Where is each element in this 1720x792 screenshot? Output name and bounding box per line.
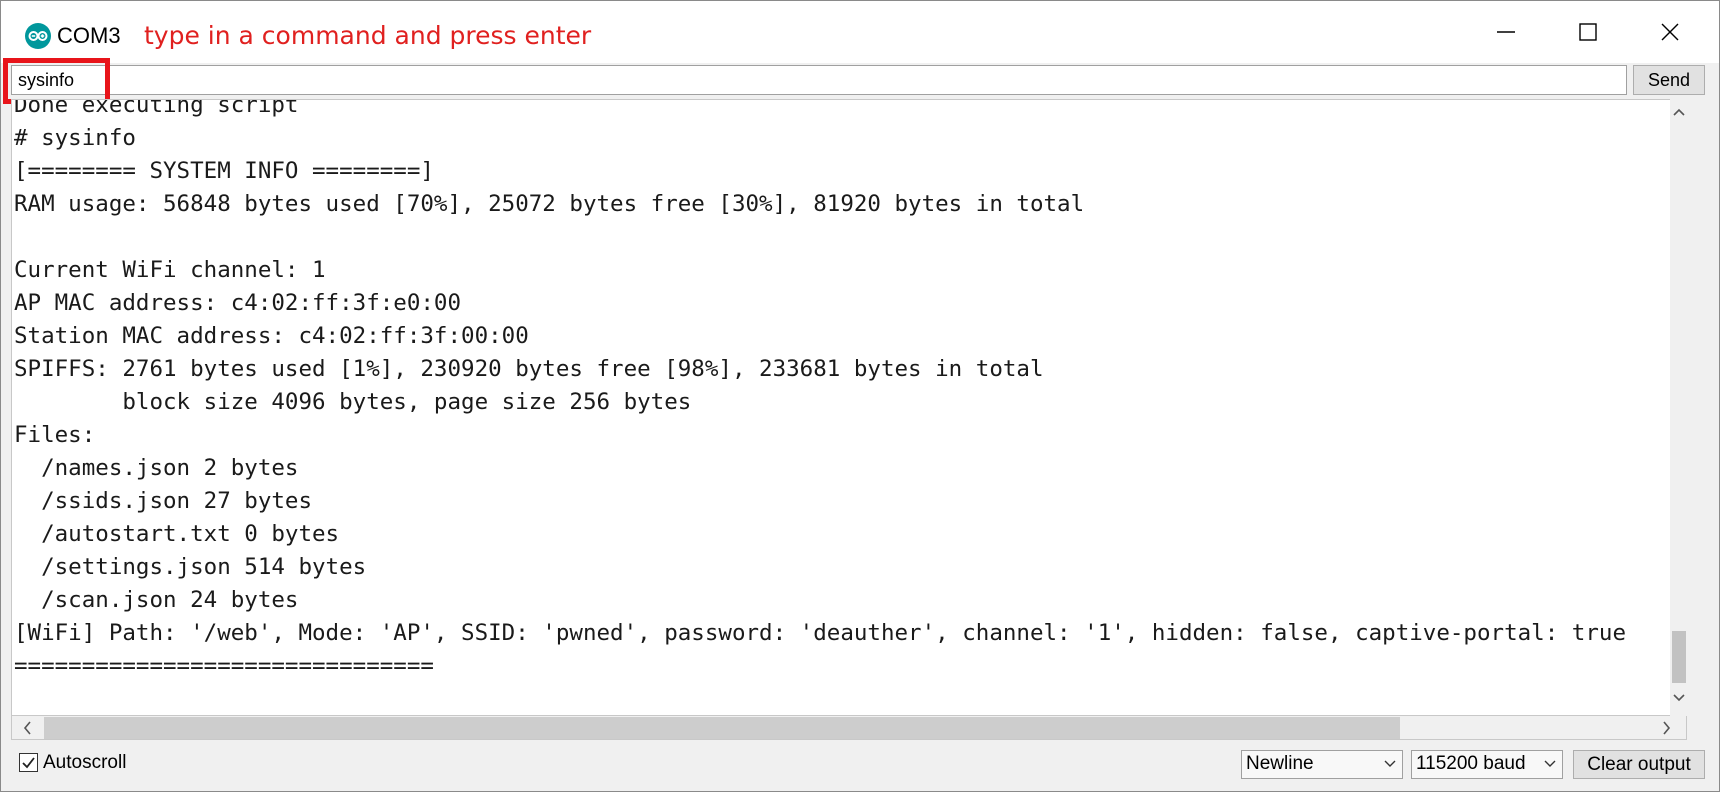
output-line: /scan.json 24 bytes [14, 587, 299, 613]
output-line: Current WiFi channel: 1 [14, 257, 326, 283]
autoscroll-checkbox[interactable] [19, 753, 38, 772]
output-line: /ssids.json 27 bytes [14, 488, 313, 514]
output-line: # sysinfo [14, 125, 136, 151]
horizontal-scroll-thumb[interactable] [44, 717, 1400, 739]
vertical-scrollbar[interactable] [1670, 99, 1688, 716]
command-input[interactable] [11, 65, 1627, 95]
vertical-scroll-thumb[interactable] [1672, 631, 1686, 683]
scroll-down-icon[interactable] [1673, 693, 1685, 703]
output-lines: Done executing script # sysinfo [======== … [14, 99, 1626, 683]
scroll-right-icon[interactable] [1662, 721, 1672, 735]
output-line: SPIFFS: 2761 bytes used [1%], 230920 byt… [14, 356, 1044, 382]
minimize-button[interactable] [1471, 11, 1541, 53]
baud-rate-value: 115200 baud [1416, 753, 1526, 774]
clear-output-button[interactable]: Clear output [1573, 750, 1705, 779]
annotation-text: type in a command and press enter [144, 21, 592, 50]
horizontal-scrollbar[interactable] [11, 716, 1687, 740]
output-line: =============================== [14, 653, 434, 679]
chevron-down-icon [1544, 760, 1556, 767]
send-button[interactable]: Send [1633, 65, 1705, 95]
output-line: /names.json 2 bytes [14, 455, 299, 481]
output-line: RAM usage: 56848 bytes used [70%], 25072… [14, 191, 1085, 217]
scroll-left-icon[interactable] [22, 721, 32, 735]
close-button[interactable] [1635, 11, 1705, 53]
autoscroll-label[interactable]: Autoscroll [43, 752, 126, 774]
output-line: Station MAC address: c4:02:ff:3f:00:00 [14, 323, 529, 349]
output-line: [WiFi] Path: '/web', Mode: 'AP', SSID: '… [14, 620, 1626, 646]
window-title: COM3 [57, 23, 121, 48]
checkmark-icon [22, 757, 35, 769]
close-icon [1661, 23, 1679, 41]
minimize-icon [1497, 31, 1515, 33]
output-line: /autostart.txt 0 bytes [14, 521, 340, 547]
output-line: Files: [14, 422, 96, 448]
arduino-icon [25, 23, 51, 49]
output-line: AP MAC address: c4:02:ff:3f:e0:00 [14, 290, 462, 316]
maximize-icon [1579, 23, 1597, 41]
serial-monitor-window: COM3 type in a command and press enter S… [0, 0, 1720, 792]
title-bar[interactable]: COM3 type in a command and press enter [1, 1, 1719, 63]
chevron-down-icon [1384, 760, 1396, 767]
line-ending-value: Newline [1246, 753, 1314, 774]
output-line: block size 4096 bytes, page size 256 byt… [14, 389, 692, 415]
line-ending-select[interactable]: Newline [1241, 750, 1403, 779]
maximize-button[interactable] [1553, 11, 1623, 53]
scroll-up-icon[interactable] [1673, 107, 1685, 117]
output-line: [======== SYSTEM INFO ========] [14, 158, 434, 184]
serial-output-area[interactable]: Done executing script # sysinfo [======== … [11, 99, 1687, 716]
output-line: /settings.json 514 bytes [14, 554, 367, 580]
output-line: Done executing script [14, 99, 299, 118]
baud-rate-select[interactable]: 115200 baud [1411, 750, 1563, 779]
